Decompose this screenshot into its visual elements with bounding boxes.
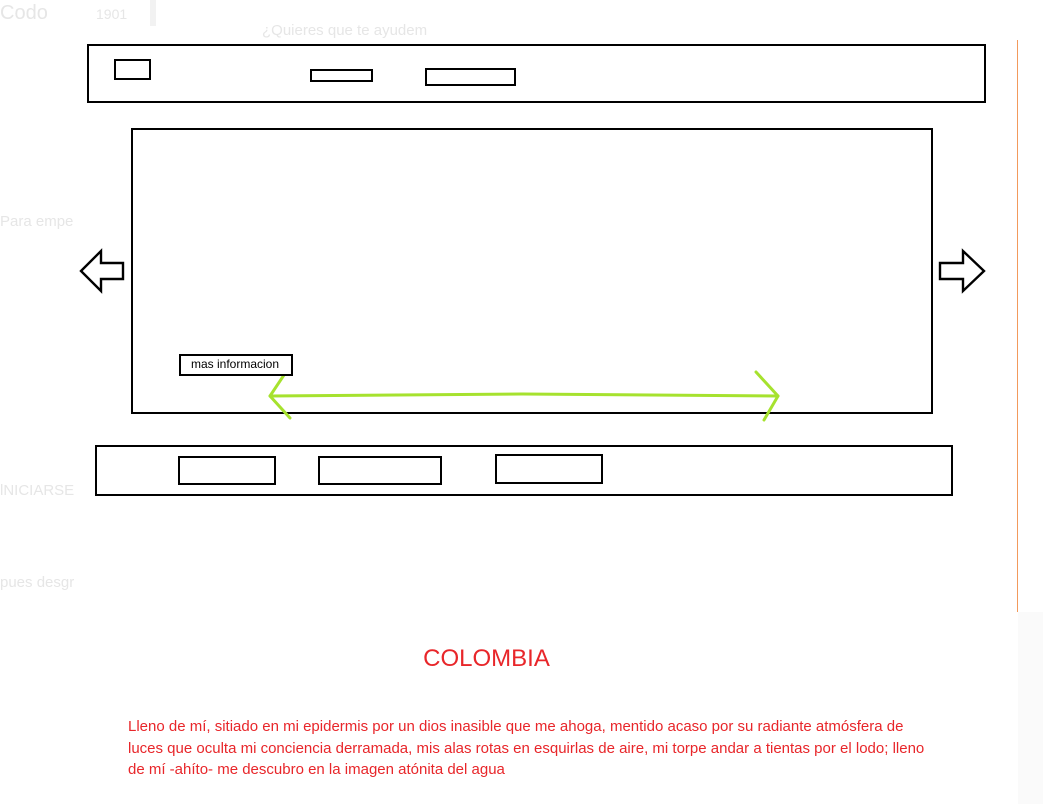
- background-text-fragment-3: pues desgr: [0, 574, 75, 591]
- background-text-fragment-1: Para empe: [0, 213, 74, 230]
- background-separator: [150, 0, 156, 26]
- background-text-number: 1901: [96, 6, 128, 22]
- background-text-fragment-2: lNICIARSE: [0, 482, 75, 499]
- header-logo-placeholder[interactable]: [114, 59, 151, 80]
- footer-button-2[interactable]: [318, 456, 442, 485]
- background-text-question: ¿Quieres que te ayudemos?: [262, 22, 427, 39]
- arrow-right-outline-icon[interactable]: [937, 248, 987, 294]
- double-headed-arrow-icon: [268, 370, 780, 422]
- footer-button-1[interactable]: [178, 456, 276, 485]
- footer-button-3[interactable]: [495, 454, 603, 484]
- section-title: COLOMBIA: [423, 645, 550, 672]
- side-panel-edge: [1018, 612, 1043, 804]
- section-body-text: Lleno de mí, sitiado en mi epidermis por…: [128, 718, 925, 779]
- header-nav-item-2[interactable]: [425, 68, 516, 86]
- background-text-codo: Codo: [0, 2, 48, 24]
- more-info-button[interactable]: mas informacion: [179, 354, 293, 376]
- header-nav-item-1[interactable]: [310, 69, 373, 82]
- vertical-divider: [1017, 40, 1018, 612]
- arrow-left-outline-icon[interactable]: [78, 248, 126, 294]
- header-bar: [87, 44, 986, 103]
